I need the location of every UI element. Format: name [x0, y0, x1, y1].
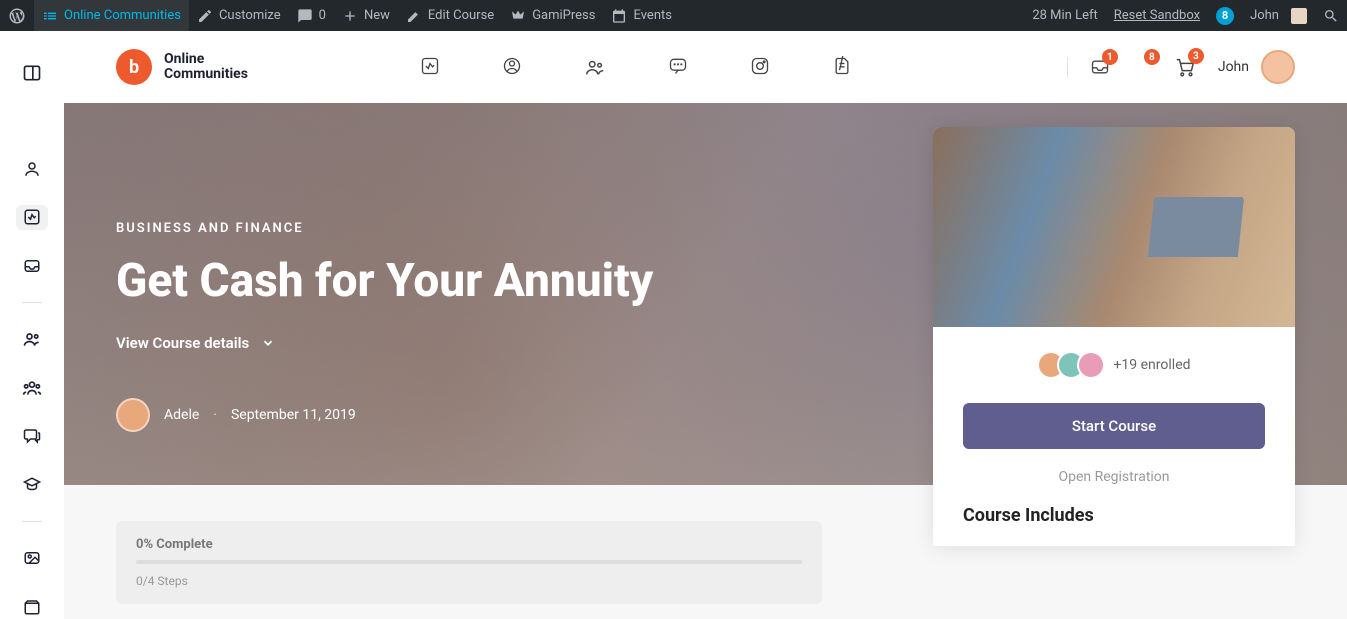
bell-badge: 8 [1144, 49, 1160, 65]
admin-reset-sandbox[interactable]: Reset Sandbox [1106, 0, 1208, 31]
admin-customize-label: Customize [219, 8, 281, 23]
rail-activity-icon[interactable] [16, 205, 48, 230]
wp-logo[interactable] [0, 0, 34, 31]
search-icon[interactable] [1025, 57, 1045, 77]
left-rail [0, 31, 64, 619]
rail-panel-icon[interactable] [16, 61, 48, 86]
rail-courses-icon[interactable] [16, 473, 48, 498]
nav-docs-icon[interactable] [832, 56, 852, 78]
start-course-button[interactable]: Start Course [963, 403, 1265, 449]
brand-logo-link[interactable]: b Online Communities [116, 49, 248, 85]
rail-documents-icon[interactable] [16, 594, 48, 619]
admin-notifications-badge[interactable]: 8 [1208, 0, 1242, 31]
avatar [1077, 351, 1105, 379]
enrolled-count: +19 enrolled [1113, 357, 1190, 373]
header-nav [420, 56, 852, 78]
nav-activity-icon[interactable] [420, 56, 440, 78]
admin-customize[interactable]: Customize [189, 0, 289, 31]
avatar [1261, 50, 1295, 84]
course-sidebar-card: +19 enrolled Start Course Open Registrat… [933, 127, 1295, 546]
admin-time-left: 28 Min Left [1024, 0, 1105, 31]
admin-search[interactable] [1315, 0, 1347, 31]
progress-steps: 0/4 Steps [136, 574, 802, 588]
enrolled-row[interactable]: +19 enrolled [933, 327, 1295, 403]
rail-inbox-icon[interactable] [16, 254, 48, 279]
user-name: John [1218, 59, 1249, 75]
admin-comments[interactable]: 0 [289, 0, 334, 31]
author-avatar[interactable] [116, 398, 150, 432]
admin-comments-count: 0 [319, 8, 326, 23]
inbox-badge: 1 [1102, 49, 1118, 65]
cart-badge: 3 [1188, 48, 1204, 64]
rail-members-icon[interactable] [16, 327, 48, 352]
chevron-down-icon [261, 336, 275, 350]
separator: · [213, 407, 217, 423]
progress-bar [136, 560, 802, 564]
bell-icon[interactable]: 8 [1132, 57, 1152, 77]
enrolled-avatars [1037, 351, 1105, 379]
avatar [1291, 8, 1307, 24]
course-date: September 11, 2019 [231, 407, 356, 423]
admin-gami-label: GamiPress [532, 8, 595, 23]
header-tools: 1 8 3 John [1025, 50, 1295, 84]
admin-events[interactable]: Events [603, 0, 679, 31]
admin-gamipress[interactable]: GamiPress [502, 0, 603, 31]
rail-profile-icon[interactable] [16, 157, 48, 182]
admin-user-menu[interactable]: John [1242, 0, 1315, 31]
inbox-icon[interactable]: 1 [1090, 57, 1110, 77]
rail-photos-icon[interactable] [16, 546, 48, 571]
brand-mark: b [116, 49, 152, 85]
brand-text: Online Communities [164, 52, 248, 83]
admin-edit-course[interactable]: Edit Course [398, 0, 502, 31]
wp-admin-bar: Online Communities Customize 0 New Edit … [0, 0, 1347, 31]
page: b Online Communities 1 8 3 John [64, 31, 1347, 619]
course-includes-heading: Course Includes [933, 505, 1295, 546]
nav-messages-icon[interactable] [668, 56, 688, 78]
admin-events-label: Events [633, 8, 671, 23]
user-menu[interactable]: John [1218, 50, 1295, 84]
admin-site-link[interactable]: Online Communities [34, 0, 189, 31]
admin-edit-label: Edit Course [428, 8, 494, 23]
rail-groups-icon[interactable] [16, 376, 48, 401]
cart-icon[interactable]: 3 [1174, 56, 1196, 78]
admin-site-name: Online Communities [64, 8, 181, 23]
nav-profile-icon[interactable] [502, 56, 522, 78]
nav-photos-icon[interactable] [750, 56, 770, 78]
divider [1067, 57, 1068, 77]
rail-forums-icon[interactable] [16, 424, 48, 449]
progress-card: 0% Complete 0/4 Steps [116, 521, 822, 604]
author-name[interactable]: Adele [164, 407, 199, 423]
site-header: b Online Communities 1 8 3 John [64, 31, 1347, 103]
progress-percent: 0% Complete [136, 537, 802, 552]
admin-new-label: New [364, 8, 390, 23]
nav-members-icon[interactable] [584, 56, 606, 78]
admin-new[interactable]: New [334, 0, 398, 31]
course-thumbnail [933, 127, 1295, 327]
open-registration-label: Open Registration [933, 449, 1295, 505]
